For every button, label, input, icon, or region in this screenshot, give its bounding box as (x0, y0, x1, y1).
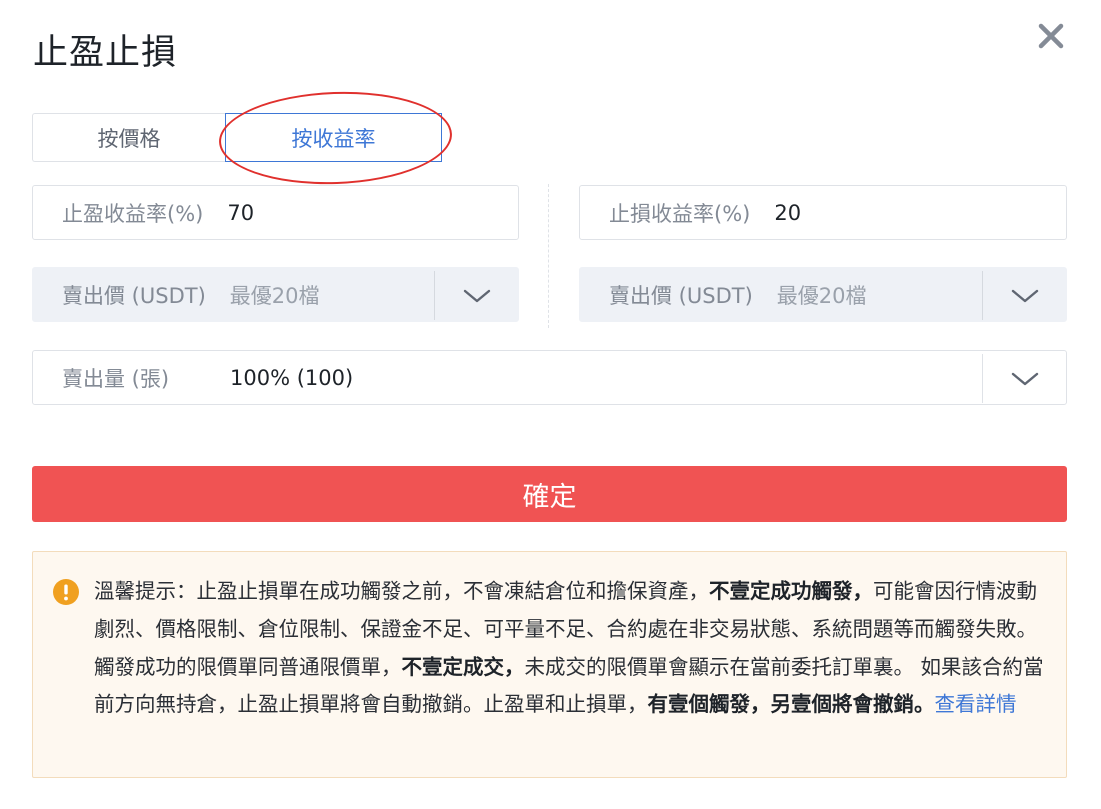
sell-quantity-select[interactable]: 賣出量 (張) 100% (100) (32, 350, 1067, 405)
view-details-link[interactable]: 查看詳情 (935, 692, 1017, 716)
chevron-down-icon (1011, 289, 1038, 302)
warning-icon (53, 579, 79, 605)
sell-quantity-label: 賣出量 (張) (62, 366, 170, 391)
notice-bold-3: 有壹個觸發，另壹個將會撤銷。 (647, 692, 935, 717)
stop-loss-rate-field[interactable]: 止損收益率(%) 20 (579, 185, 1067, 240)
notice-text-part1: 溫馨提示：止盈止損單在成功觸發之前，不會凍結倉位和擔保資產， (94, 579, 709, 603)
take-profit-rate-label: 止盈收益率(%) (62, 201, 204, 226)
take-profit-rate-value[interactable]: 70 (227, 201, 254, 225)
stop-loss-price-dropdown[interactable] (982, 271, 1066, 320)
sell-quantity-dropdown[interactable] (982, 354, 1066, 403)
notice-bold-1: 不壹定成功觸發， (709, 579, 873, 603)
tab-by-price[interactable]: 按價格 (32, 113, 225, 162)
take-profit-price-select[interactable]: 賣出價 (USDT) 最優20檔 (32, 267, 519, 322)
take-profit-price-label: 賣出價 (USDT) (62, 283, 206, 308)
sell-quantity-value: 100% (100) (230, 365, 354, 390)
chevron-down-icon (463, 289, 490, 302)
take-profit-rate-field[interactable]: 止盈收益率(%) 70 (32, 185, 519, 240)
close-button[interactable] (1033, 18, 1069, 54)
tab-by-return-rate[interactable]: 按收益率 (225, 113, 442, 162)
chevron-down-icon (1011, 372, 1038, 385)
stop-loss-price-label: 賣出價 (USDT) (609, 283, 753, 308)
take-profit-price-value: 最優20檔 (229, 283, 320, 308)
stop-loss-price-select[interactable]: 賣出價 (USDT) 最優20檔 (579, 267, 1067, 322)
stop-loss-rate-value[interactable]: 20 (774, 201, 801, 225)
stop-loss-price-value: 最優20檔 (776, 283, 867, 308)
confirm-button[interactable]: 確定 (32, 466, 1067, 522)
warning-notice: 溫馨提示：止盈止損單在成功觸發之前，不會凍結倉位和擔保資產，不壹定成功觸發，可能… (32, 551, 1067, 778)
close-icon (1038, 23, 1064, 49)
dialog-title: 止盈止損 (33, 33, 178, 73)
notice-text: 溫馨提示：止盈止損單在成功觸發之前，不會凍結倉位和擔保資產，不壹定成功觸發，可能… (94, 573, 1054, 724)
notice-bold-2: 不壹定成交， (401, 654, 525, 679)
take-profit-price-dropdown[interactable] (434, 271, 518, 320)
mode-tabs: 按價格 按收益率 (32, 113, 442, 162)
column-divider (548, 184, 549, 328)
stop-loss-rate-label: 止損收益率(%) (609, 201, 751, 226)
